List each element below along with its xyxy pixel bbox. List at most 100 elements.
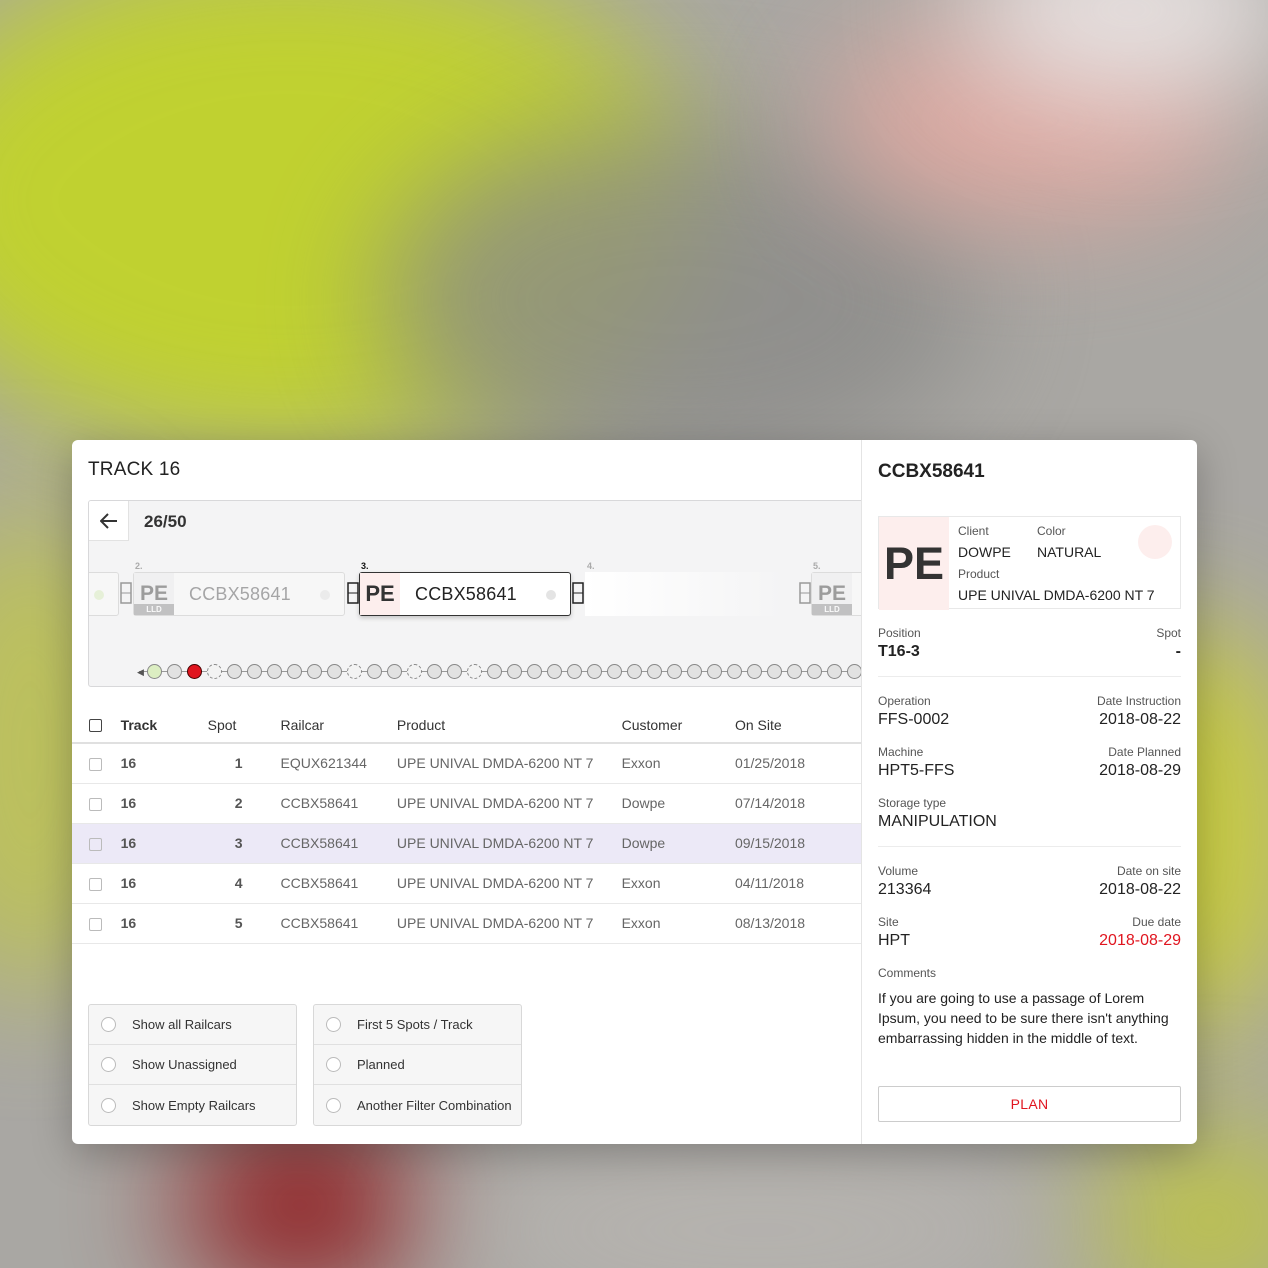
spot-dot[interactable] [327, 664, 342, 679]
spot-dot[interactable] [387, 664, 402, 679]
back-button[interactable] [89, 501, 129, 541]
row-checkbox[interactable] [89, 917, 102, 931]
railcar-card[interactable]: PE LLD CCBX58641 [133, 572, 345, 616]
select-all-cell [72, 707, 121, 744]
spot-dot[interactable] [507, 664, 522, 679]
header-track[interactable]: Track [120, 707, 208, 744]
spot-dot[interactable] [307, 664, 322, 679]
empty-spot[interactable] [585, 572, 785, 616]
product-code: PE [817, 582, 846, 605]
spot-dot[interactable] [147, 664, 162, 679]
spot-dot[interactable] [167, 664, 182, 679]
spot-dot[interactable] [347, 664, 362, 679]
cell-track: 16 [120, 823, 208, 864]
table-row[interactable]: 16 3 CCBX58641 UPE UNIVAL DMDA-6200 NT 7 Dow… [72, 823, 861, 864]
spot-dot[interactable] [707, 664, 722, 679]
spot-dot[interactable] [287, 664, 302, 679]
spot-dot[interactable] [267, 664, 282, 679]
header-product[interactable]: Product [396, 707, 622, 744]
filter-group-1: Show all Railcars Show Unassigned Show E… [88, 1004, 297, 1126]
spot-dot[interactable] [247, 664, 262, 679]
cell-product: UPE UNIVAL DMDA-6200 NT 7 [396, 783, 622, 824]
railcar-1-partial[interactable] [89, 572, 119, 616]
radio-button[interactable] [326, 1017, 341, 1032]
filter-first-5-spots[interactable]: First 5 Spots / Track [314, 1005, 521, 1045]
table-row[interactable]: 16 2 CCBX58641 UPE UNIVAL DMDA-6200 NT 7 Dow… [72, 783, 861, 824]
spot-dot[interactable] [747, 664, 762, 679]
spot-dot[interactable] [667, 664, 682, 679]
row-checkbox[interactable] [89, 797, 102, 811]
car-number: 4. [587, 561, 595, 571]
row-select-cell [72, 823, 121, 864]
select-all-checkbox[interactable] [89, 719, 102, 733]
track-panel: TRACK 16 26/50 2. PE LLD CCBX58641 3. PE… [72, 440, 861, 1144]
spot-dot[interactable] [687, 664, 702, 679]
radio-button[interactable] [326, 1097, 341, 1113]
row-select-cell [72, 743, 121, 784]
railcar-card[interactable]: PE LLD [811, 572, 861, 616]
spot-dot[interactable] [827, 664, 842, 679]
position-value: T16-3 [878, 643, 920, 660]
cell-railcar: CCBX58641 [280, 823, 397, 864]
filter-show-unassigned[interactable]: Show Unassigned [89, 1045, 296, 1085]
date-instruction-label: Date Instruction [1096, 694, 1181, 708]
spot-dot[interactable] [207, 664, 222, 679]
product-code-large: PE [879, 517, 949, 610]
product-tag: PE LLD [812, 573, 852, 615]
filter-planned[interactable]: Planned [314, 1045, 521, 1085]
header-spot[interactable]: Spot [207, 707, 281, 744]
product-tag: PE [360, 573, 400, 615]
table-row[interactable]: 16 4 CCBX58641 UPE UNIVAL DMDA-6200 NT 7 Exx… [72, 863, 861, 904]
spot-dot[interactable] [807, 664, 822, 679]
spot-dot[interactable] [487, 664, 502, 679]
spot-dot[interactable] [727, 664, 742, 679]
header-on-site[interactable]: On Site [734, 707, 861, 744]
radio-button[interactable] [101, 1097, 116, 1113]
spot-dot[interactable] [407, 664, 422, 679]
coupler-icon [572, 582, 584, 604]
row-checkbox[interactable] [89, 758, 102, 772]
cell-railcar: EQUX621344 [280, 743, 397, 784]
filter-label: Show all Railcars [132, 1017, 232, 1032]
spot-indicator-strip[interactable]: ◀ [137, 663, 861, 679]
color-swatch-icon [1138, 525, 1172, 559]
spot-dot[interactable] [767, 664, 782, 679]
filter-show-all-railcars[interactable]: Show all Railcars [89, 1005, 296, 1045]
header-customer[interactable]: Customer [621, 707, 735, 744]
radio-button[interactable] [326, 1057, 341, 1072]
spot-dot[interactable] [847, 664, 861, 679]
spot-dot[interactable] [467, 664, 482, 679]
spot-dot[interactable] [447, 664, 462, 679]
table-row[interactable]: 16 1 EQUX621344 UPE UNIVAL DMDA-6200 NT 7 Ex… [72, 743, 861, 784]
radio-button[interactable] [101, 1057, 116, 1072]
spot-dot[interactable] [547, 664, 562, 679]
spot-dot[interactable] [627, 664, 642, 679]
spot-dot[interactable] [227, 664, 242, 679]
filter-another-combination[interactable]: Another Filter Combination [314, 1085, 521, 1125]
arrow-left-icon [99, 512, 117, 529]
cell-on-site: 04/11/2018 [734, 863, 861, 904]
header-railcar[interactable]: Railcar [280, 707, 397, 744]
spot-dot[interactable] [527, 664, 542, 679]
cell-product: UPE UNIVAL DMDA-6200 NT 7 [396, 863, 622, 904]
spot-dot[interactable] [787, 664, 802, 679]
row-checkbox[interactable] [89, 837, 102, 851]
radio-button[interactable] [101, 1017, 116, 1032]
spot-dot[interactable] [567, 664, 582, 679]
row-checkbox[interactable] [89, 877, 102, 891]
spot-dot[interactable] [187, 664, 202, 679]
spot-dot[interactable] [607, 664, 622, 679]
status-light-icon [546, 590, 556, 600]
table-row[interactable]: 16 5 CCBX58641 UPE UNIVAL DMDA-6200 NT 7 Exx… [72, 903, 861, 944]
spot-dot[interactable] [647, 664, 662, 679]
product-value: UPE UNIVAL DMDA-6200 NT 7 [958, 587, 1155, 603]
cell-on-site: 09/15/2018 [734, 823, 861, 864]
spot-dot[interactable] [367, 664, 382, 679]
plan-button[interactable]: PLAN [878, 1086, 1181, 1122]
filter-show-empty-railcars[interactable]: Show Empty Railcars [89, 1085, 296, 1125]
spot-dot[interactable] [587, 664, 602, 679]
railcar-card-selected[interactable]: PE CCBX58641 [359, 572, 571, 616]
cell-customer: Exxon [621, 743, 735, 784]
row-select-cell [72, 903, 121, 944]
spot-dot[interactable] [427, 664, 442, 679]
